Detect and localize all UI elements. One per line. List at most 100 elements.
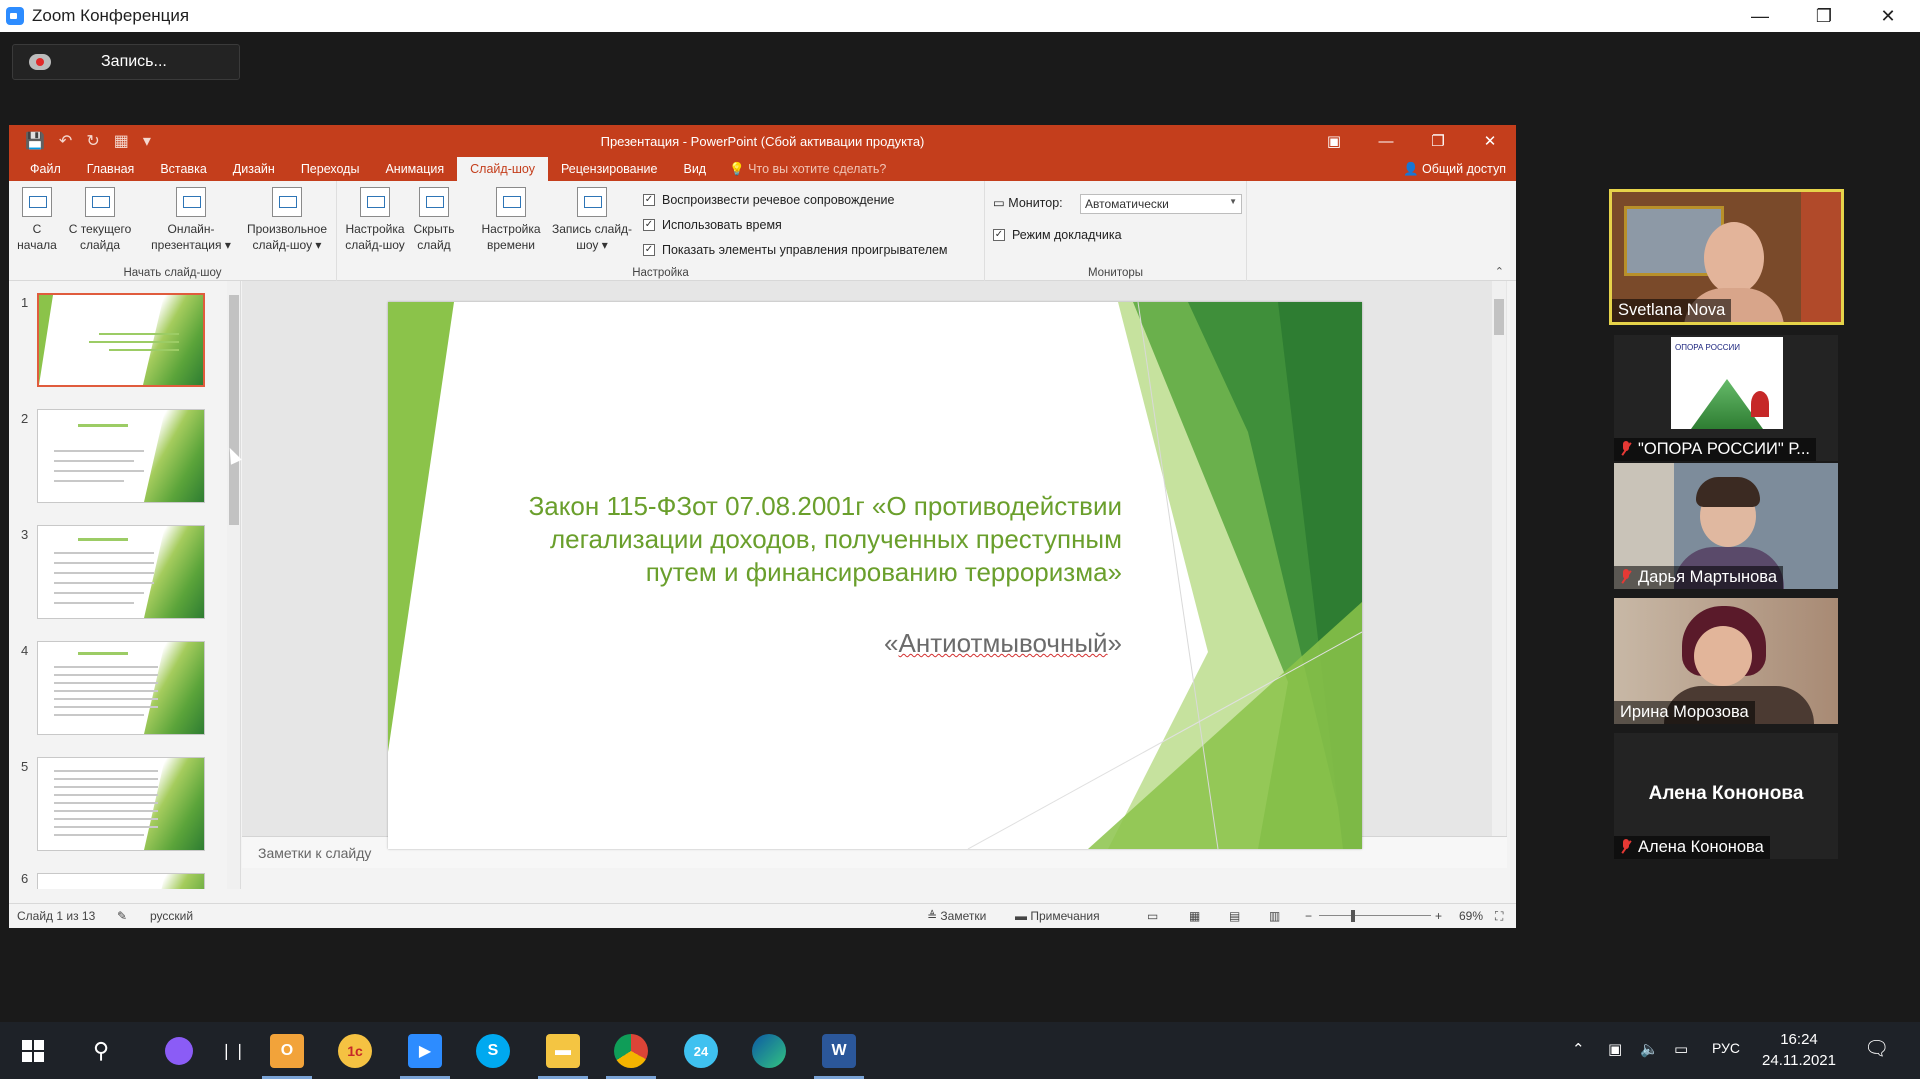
- volume-icon[interactable]: 🔈: [1640, 1040, 1659, 1058]
- 1c-icon[interactable]: 1c: [338, 1034, 372, 1068]
- thumb-text: [54, 666, 158, 668]
- slideshow-view-icon[interactable]: ▥: [1269, 909, 1280, 923]
- hide-slide-button[interactable]: Скрыть слайд: [409, 187, 459, 253]
- tab-insert[interactable]: Вставка: [147, 157, 219, 181]
- clock[interactable]: 16:24 24.11.2021: [1762, 1029, 1836, 1071]
- tab-review[interactable]: Рецензирование: [548, 157, 671, 181]
- participant-tile[interactable]: Алена Кононова Алена Кононова: [1614, 733, 1838, 859]
- chrome-icon[interactable]: [614, 1034, 648, 1068]
- ppt-minimize-button[interactable]: —: [1360, 125, 1412, 157]
- thumb-text: [54, 470, 144, 472]
- participant-face: [1694, 626, 1752, 686]
- meet-now-icon[interactable]: ▣: [1608, 1040, 1622, 1058]
- current-slide[interactable]: Закон 115-ФЗот 07.08.2001г «О противодей…: [388, 302, 1362, 849]
- save-icon[interactable]: 💾: [25, 131, 45, 151]
- btn-label: Запись слайд-: [551, 222, 633, 236]
- normal-view-icon[interactable]: ▭: [1147, 909, 1158, 923]
- recording-label: Запись...: [101, 53, 167, 70]
- recording-indicator[interactable]: Запись...: [12, 44, 240, 80]
- network-icon[interactable]: ▭: [1674, 1040, 1688, 1058]
- use-timings-checkbox[interactable]: ✓ Использовать время: [643, 218, 782, 232]
- zoom-icon[interactable]: ▶: [408, 1034, 442, 1068]
- slide-scrollbar[interactable]: [1492, 281, 1506, 836]
- thumbnails-scrollbar[interactable]: [227, 281, 240, 889]
- participant-tile[interactable]: Дарья Мартынова: [1614, 463, 1838, 589]
- search-icon[interactable]: ⚲: [84, 1034, 118, 1068]
- minimize-button[interactable]: —: [1728, 0, 1792, 32]
- slide-thumbnail[interactable]: [37, 409, 205, 503]
- start-from-beginning-icon[interactable]: ▦: [114, 131, 129, 151]
- input-language[interactable]: РУС: [1712, 1040, 1740, 1056]
- zoom-out-icon[interactable]: −: [1305, 909, 1312, 923]
- zoom-level[interactable]: 69%: [1459, 909, 1483, 923]
- participant-name: Дарья Мартынова: [1638, 568, 1778, 586]
- zoom-in-icon[interactable]: +: [1435, 909, 1442, 923]
- slide-thumbnail[interactable]: [37, 757, 205, 851]
- show-media-controls-checkbox[interactable]: ✓ Показать элементы управления проигрыва…: [643, 243, 948, 257]
- windows-start-icon[interactable]: [16, 1034, 50, 1068]
- customize-qat-icon[interactable]: ▾: [143, 131, 151, 151]
- maximize-button[interactable]: ❐: [1792, 0, 1856, 32]
- slide-thumbnail[interactable]: [37, 641, 205, 735]
- present-online-button[interactable]: Онлайн- презентация ▾: [145, 187, 237, 253]
- bitrix24-icon[interactable]: 24: [684, 1034, 718, 1068]
- setup-slideshow-button[interactable]: Настройка слайд-шоу: [343, 187, 407, 253]
- slide-sorter-icon[interactable]: ▦: [1189, 909, 1200, 923]
- tab-file[interactable]: Файл: [17, 157, 74, 181]
- zoom-slider[interactable]: [1319, 915, 1431, 916]
- show-hidden-icons-icon[interactable]: ⌃: [1572, 1040, 1585, 1058]
- thumb-text: [54, 698, 158, 700]
- task-view-icon[interactable]: ❘❘: [216, 1034, 250, 1068]
- scrollbar-thumb[interactable]: [229, 295, 239, 525]
- slide-thumbnail[interactable]: [37, 873, 205, 889]
- collapse-ribbon-icon[interactable]: ⌃: [1495, 265, 1504, 278]
- fit-slide-icon[interactable]: ⛶: [1495, 909, 1503, 924]
- notifications-icon[interactable]: 🗨: [1864, 1036, 1889, 1061]
- outlook-icon[interactable]: O: [270, 1034, 304, 1068]
- participant-tile-active[interactable]: Svetlana Nova: [1609, 189, 1844, 325]
- play-narrations-checkbox[interactable]: ✓ Воспроизвести речевое сопровождение: [643, 193, 894, 207]
- share-button[interactable]: 👤 Общий доступ: [1403, 157, 1506, 181]
- language-indicator[interactable]: русский: [150, 909, 193, 923]
- presenter-view-checkbox[interactable]: ✓ Режим докладчика: [993, 228, 1122, 242]
- word-icon[interactable]: W: [822, 1034, 856, 1068]
- btn-label: Произвольное: [246, 222, 328, 236]
- spell-check-icon[interactable]: ✎: [117, 909, 127, 923]
- scrollbar-thumb[interactable]: [1494, 299, 1504, 335]
- tell-me-search[interactable]: 💡 Что вы хотите сделать?: [719, 157, 896, 181]
- edge-icon[interactable]: [752, 1034, 786, 1068]
- zoom-slider-handle[interactable]: [1351, 910, 1355, 922]
- undo-icon[interactable]: ↶: [59, 131, 72, 151]
- tab-transitions[interactable]: Переходы: [288, 157, 373, 181]
- file-explorer-icon[interactable]: ▬: [546, 1034, 580, 1068]
- redo-icon[interactable]: ↻: [86, 131, 99, 151]
- tab-home[interactable]: Главная: [74, 157, 148, 181]
- slide-thumbnail[interactable]: [37, 525, 205, 619]
- custom-slideshow-button[interactable]: Произвольное слайд-шоу ▾: [239, 187, 335, 253]
- from-beginning-button[interactable]: С начала: [17, 187, 57, 253]
- logo-text: ОПОРА РОССИИ: [1675, 343, 1740, 352]
- tab-view[interactable]: Вид: [670, 157, 719, 181]
- slide-subtitle[interactable]: «Антиотмывочный»: [622, 628, 1122, 659]
- slide-thumbnail[interactable]: [37, 293, 205, 387]
- participant-tile[interactable]: Ирина Морозова: [1614, 598, 1838, 724]
- monitor-dropdown[interactable]: Автоматически ▼: [1080, 194, 1242, 214]
- participant-tile[interactable]: ОПОРА РОССИИ "ОПОРА РОССИИ" Р...: [1614, 335, 1838, 461]
- close-button[interactable]: ✕: [1856, 0, 1920, 32]
- tab-design[interactable]: Дизайн: [220, 157, 288, 181]
- tab-animations[interactable]: Анимация: [372, 157, 457, 181]
- cortana-icon[interactable]: [162, 1034, 196, 1068]
- from-current-slide-button[interactable]: С текущего слайда: [61, 187, 139, 253]
- ribbon-display-options-button[interactable]: ▣: [1308, 125, 1360, 157]
- thumb-text: [54, 818, 158, 820]
- reading-view-icon[interactable]: ▤: [1229, 909, 1240, 923]
- comments-button[interactable]: ▬ Примечания: [1015, 909, 1100, 923]
- notes-button[interactable]: ≜ Заметки: [927, 909, 986, 923]
- ppt-maximize-button[interactable]: ❐: [1412, 125, 1464, 157]
- tab-slideshow[interactable]: Слайд-шоу: [457, 157, 548, 181]
- skype-icon[interactable]: S: [476, 1034, 510, 1068]
- rehearse-timings-button[interactable]: Настройка времени: [477, 187, 545, 253]
- ppt-close-button[interactable]: ✕: [1464, 125, 1516, 157]
- slide-title[interactable]: Закон 115-ФЗот 07.08.2001г «О противодей…: [502, 490, 1122, 589]
- record-slideshow-button[interactable]: Запись слайд- шоу ▾: [547, 187, 637, 253]
